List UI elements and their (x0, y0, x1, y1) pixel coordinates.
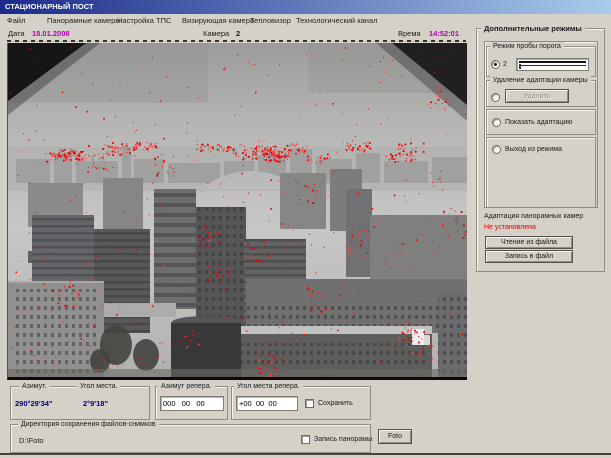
directory-label: Директория сохранения файлов-снимков (18, 420, 159, 429)
ref-elevation-label: Угол места репера. (234, 382, 303, 391)
camera-label: Камера (203, 29, 230, 38)
write-to-file-button[interactable]: Запись в файл (485, 250, 573, 263)
exit-mode-radio[interactable] (492, 145, 501, 154)
time-label: Время (398, 29, 421, 38)
show-adaptation-radio[interactable] (492, 118, 501, 127)
time-value: 14:52:01 (429, 29, 460, 38)
show-adaptation-box: Показать адаптацию (486, 109, 596, 135)
azimuth-group: Азимут. Угол места. 290°29'34" 2°9'18" (10, 382, 150, 420)
read-from-file-button[interactable]: Чтение из файла (485, 236, 573, 249)
date-label: Дата (8, 29, 25, 38)
adaptation-removal-group: Удаление адаптации камеры Удалить (486, 76, 596, 107)
ref-azimuth-label: Азимут репера. (158, 382, 215, 391)
menu-item-tps-setup[interactable]: Настройка ТПС (117, 15, 171, 27)
threshold-value: 2 (503, 61, 507, 68)
menu-item-sighting[interactable]: Визирующая камера (182, 15, 254, 27)
ref-azimuth-group: Азимут репера. (155, 382, 228, 420)
slider-thumb[interactable] (519, 64, 521, 69)
save-checkbox[interactable] (305, 399, 314, 408)
panel-title: Дополнительные режимы (481, 24, 585, 33)
threshold-group: Режим пробы порога 2 (486, 42, 596, 77)
window-bottom-edge (0, 453, 611, 455)
app-window: { "window": { "title": "СТАЦИОНАРНЫЙ ПОС… (0, 0, 611, 458)
selection-marquee (7, 40, 466, 42)
threshold-mode-radio[interactable] (491, 60, 500, 69)
ref-elevation-group: Угол места репера. Сохранить (231, 382, 371, 420)
menu-item-panoramic[interactable]: Панорамные камеры (47, 15, 121, 27)
show-adaptation-label: Показать адаптацию (505, 119, 573, 126)
removal-radio[interactable] (491, 93, 500, 102)
elevation-value: 2°9'18" (83, 399, 109, 408)
azimuth-value: 290°29'34" (15, 399, 53, 408)
record-panorama-checkbox[interactable] (301, 435, 310, 444)
adaptation-caption: Адаптация панорамных камер (484, 213, 584, 220)
exit-mode-label: Выход из режима (505, 146, 562, 153)
date-value: 18.01.2008 (32, 29, 70, 38)
threshold-slider[interactable] (516, 58, 589, 71)
threshold-label: Режим пробы порога (490, 42, 564, 51)
adaptation-status: Не установлена (484, 224, 536, 231)
save-checkbox-label: Сохранить (318, 400, 353, 407)
ref-azimuth-input[interactable] (160, 396, 224, 411)
window-title: СТАЦИОНАРНЫЙ ПОСТ (5, 2, 94, 11)
menu-item-tech-channel[interactable]: Технологический канал (296, 15, 378, 27)
additional-modes-panel: Дополнительные режимы Режим пробы порога… (476, 24, 605, 272)
camera-view[interactable] (7, 43, 467, 380)
ref-elevation-input[interactable] (236, 396, 298, 411)
menu-item-file[interactable]: Файл (7, 15, 25, 27)
slider-channel (519, 61, 586, 63)
removal-label: Удаление адаптации камеры (490, 76, 591, 85)
elevation-label: Угол места. (77, 382, 121, 391)
delete-button[interactable]: Удалить (505, 89, 569, 103)
record-panorama-label: Запись панорамы (314, 436, 372, 443)
camera-number: 2 (236, 29, 241, 38)
title-bar[interactable]: СТАЦИОНАРНЫЙ ПОСТ (0, 0, 611, 14)
photo-button[interactable]: Foto (378, 429, 412, 444)
slider-channel-2 (519, 65, 586, 66)
directory-group: Директория сохранения файлов-снимков D:\… (10, 420, 372, 453)
azimuth-label: Азимут. (19, 382, 50, 391)
exit-mode-box: Выход из режима (486, 137, 596, 208)
directory-path: D:\Foto (19, 436, 44, 445)
menu-item-thermal[interactable]: Тепловизор (250, 15, 291, 27)
